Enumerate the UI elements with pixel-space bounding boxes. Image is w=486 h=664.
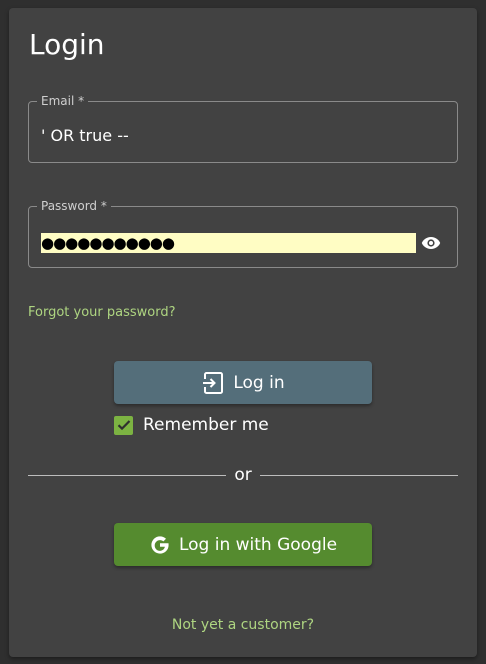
login-button-label: Log in: [233, 372, 285, 393]
divider-text: or: [234, 465, 252, 485]
divider-line-right: [259, 474, 459, 476]
email-field[interactable]: Email * ' OR true --: [28, 94, 458, 163]
remember-me-label: Remember me: [143, 415, 269, 435]
or-divider: or: [28, 465, 459, 485]
checkbox-checked-icon[interactable]: [114, 415, 133, 435]
signup-link[interactable]: Not yet a customer?: [9, 617, 477, 633]
google-login-button[interactable]: Log in with Google: [114, 523, 372, 566]
email-input[interactable]: ' OR true --: [41, 126, 129, 145]
eye-icon[interactable]: [420, 232, 442, 254]
password-field[interactable]: Password * ●●●●●●●●●●●: [28, 199, 458, 268]
password-label: Password *: [37, 199, 111, 213]
email-label: Email *: [37, 94, 89, 108]
page-title: Login: [29, 28, 105, 61]
remember-me-checkbox[interactable]: Remember me: [114, 413, 269, 437]
google-button-label: Log in with Google: [178, 534, 338, 555]
login-card: Login Email * ' OR true -- Password * ●●…: [9, 8, 477, 657]
login-icon: [201, 371, 225, 395]
forgot-password-link[interactable]: Forgot your password?: [28, 305, 176, 320]
login-button[interactable]: Log in: [114, 361, 372, 404]
google-icon: [149, 534, 171, 556]
password-input[interactable]: ●●●●●●●●●●●: [41, 233, 416, 253]
divider-line-left: [28, 474, 227, 476]
